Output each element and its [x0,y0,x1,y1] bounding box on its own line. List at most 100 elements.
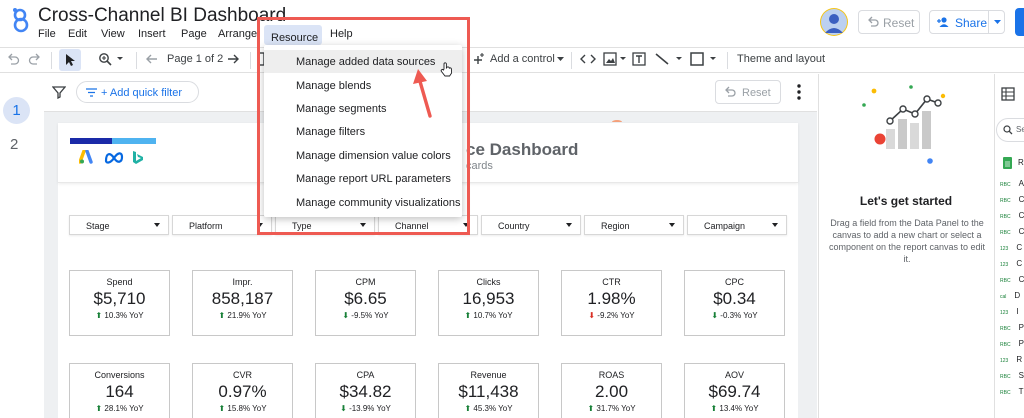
data-field-row[interactable]: 123 I [1000,307,1019,316]
field-type-icon: RBC [1000,182,1011,188]
toolbar-divider [727,52,728,69]
shape-tool-icon[interactable] [690,52,720,66]
kpi-delta: ⬆ 31.7% YoY [562,404,661,413]
kpi-card-cpc[interactable]: CPC $0.34 ⬇ -0.3% YoY [684,270,785,336]
data-field-row[interactable]: RBC S [1000,371,1024,380]
toolbar-divider [51,52,52,69]
next-page-icon[interactable] [226,52,240,66]
toolbar-divider [571,52,572,69]
page-thumb-2[interactable]: 2 [10,136,18,153]
previous-page-icon[interactable] [145,52,159,66]
share-dropdown-button[interactable] [988,10,1005,34]
kpi-delta-text: -0.3% YoY [720,311,758,320]
toolbar-divider [250,52,251,69]
data-field-row[interactable]: RBC C [1000,227,1024,236]
line-tool-icon[interactable] [655,52,685,66]
kpi-label: Revenue [470,370,507,380]
kpi-card-spend[interactable]: Spend $5,710 ⬆ 10.3% YoY [69,270,170,336]
kpi-label: AOV [724,370,744,380]
arrow-up-icon: ⬆ [95,404,103,413]
kpi-card-impressions[interactable]: Impr. 858,187 ⬆ 21.9% YoY [192,270,293,336]
annotation-arrow-icon [410,66,436,118]
data-field-row[interactable]: cal D [1000,291,1020,300]
more-options-icon[interactable] [797,84,801,100]
data-field-row[interactable]: RBC C [1000,275,1024,284]
kpi-label: ROAS [598,370,625,380]
page-thumb-1[interactable]: 1 [3,97,30,124]
data-field-row[interactable]: RBC A [1000,179,1024,188]
filter-country-dropdown[interactable]: Country [481,215,581,235]
kpi-card-cvr[interactable]: CVR 0.97% ⬆ 15.8% YoY [192,363,293,418]
arrow-up-icon: ⬆ [218,311,226,320]
menu-file[interactable]: File [38,28,56,40]
data-field-row[interactable]: RBC P [1000,339,1024,348]
chevron-down-icon[interactable] [557,57,564,61]
field-name: P [1018,339,1024,348]
kpi-card-conversions[interactable]: Conversions 164 ⬆ 28.1% YoY [69,363,170,418]
data-field-row[interactable]: 123 C [1000,243,1022,252]
kpi-value: 858,187 [211,289,274,308]
kpi-card-clicks[interactable]: Clicks 16,953 ⬆ 10.7% YoY [438,270,539,336]
theme-and-layout-button[interactable]: Theme and layout [737,53,825,65]
field-type-icon: RBC [1000,230,1011,236]
filter-campaign-label: Campaign [704,221,746,231]
add-control-label[interactable]: Add a control [490,53,555,65]
menu-insert[interactable]: Insert [138,28,166,40]
caret-down-icon [772,223,778,227]
filter-stage-dropdown[interactable]: Stage [69,215,169,235]
data-panel-icon[interactable] [1001,87,1015,101]
text-box-icon[interactable] [632,52,646,66]
menu-page[interactable]: Page [181,28,207,40]
field-name: C [1018,211,1024,220]
data-field-row[interactable]: RBC P [1000,323,1024,332]
undo-icon[interactable] [6,52,20,66]
looker-studio-logo-icon[interactable] [10,6,34,34]
kpi-delta-text: 10.3% YoY [104,311,144,320]
filter-platform-label: Platform [189,221,223,231]
kpi-delta: ⬆ 10.3% YoY [70,311,169,320]
kpi-card-cpm[interactable]: CPM $6.65 ⬇ -9.5% YoY [315,270,416,336]
add-quick-filter-button[interactable]: + Add quick filter [76,81,199,103]
zoom-icon[interactable] [98,52,124,66]
data-field-row[interactable]: 123 C [1000,259,1022,268]
kpi-card-roas[interactable]: ROAS 2.00 ⬆ 31.7% YoY [561,363,662,418]
kpi-card-aov[interactable]: AOV $69.74 ⬆ 13.4% YoY [684,363,785,418]
filter-campaign-dropdown[interactable]: Campaign [687,215,787,235]
kpi-delta: ⬆ 15.8% YoY [193,404,292,413]
canvas-reset-button[interactable]: Reset [715,80,781,104]
menu-view[interactable]: View [101,28,125,40]
data-source-name[interactable]: R [1018,158,1024,167]
image-icon[interactable] [603,52,627,66]
code-embed-icon[interactable] [580,52,596,66]
menu-arrange[interactable]: Arrange [218,28,257,40]
field-name: T [1018,387,1024,396]
kpi-card-ctr[interactable]: CTR 1.98% ⬇ -9.2% YoY [561,270,662,336]
field-type-icon: cal [1000,294,1007,300]
filter-region-dropdown[interactable]: Region [584,215,684,235]
data-field-row[interactable]: 123 R [1000,355,1022,364]
data-field-row[interactable]: RBC C [1000,195,1024,204]
redo-icon[interactable] [28,52,42,66]
report-title-text[interactable]: Cross-Channel BI Dashboard [38,5,286,27]
menu-edit[interactable]: Edit [68,28,87,40]
data-panel-search[interactable]: Se [996,118,1024,142]
select-tool-button[interactable] [59,49,81,71]
edit-mode-button[interactable] [1015,8,1024,36]
data-field-row[interactable]: RBC T [1000,387,1023,396]
caret-down-icon [566,223,572,227]
kpi-delta: ⬆ 13.4% YoY [685,404,784,413]
cursor-arrow-icon [65,53,75,67]
kpi-card-cpa[interactable]: CPA $34.82 ⬇ -13.9% YoY [315,363,416,418]
field-name: C [1018,227,1024,236]
kpi-delta-text: -9.2% YoY [597,311,635,320]
avatar[interactable] [820,8,848,36]
header-reset-button[interactable]: Reset [858,10,920,34]
field-name: C [1018,195,1024,204]
field-name: A [1018,179,1024,188]
filter-funnel-icon[interactable] [52,85,66,99]
data-field-row[interactable]: RBC C [1000,211,1024,220]
kpi-value: $6.65 [344,289,387,308]
kpi-card-revenue[interactable]: Revenue $11,438 ⬆ 45.3% YoY [438,363,539,418]
field-name: I [1016,307,1019,316]
add-control-icon[interactable] [472,52,486,66]
